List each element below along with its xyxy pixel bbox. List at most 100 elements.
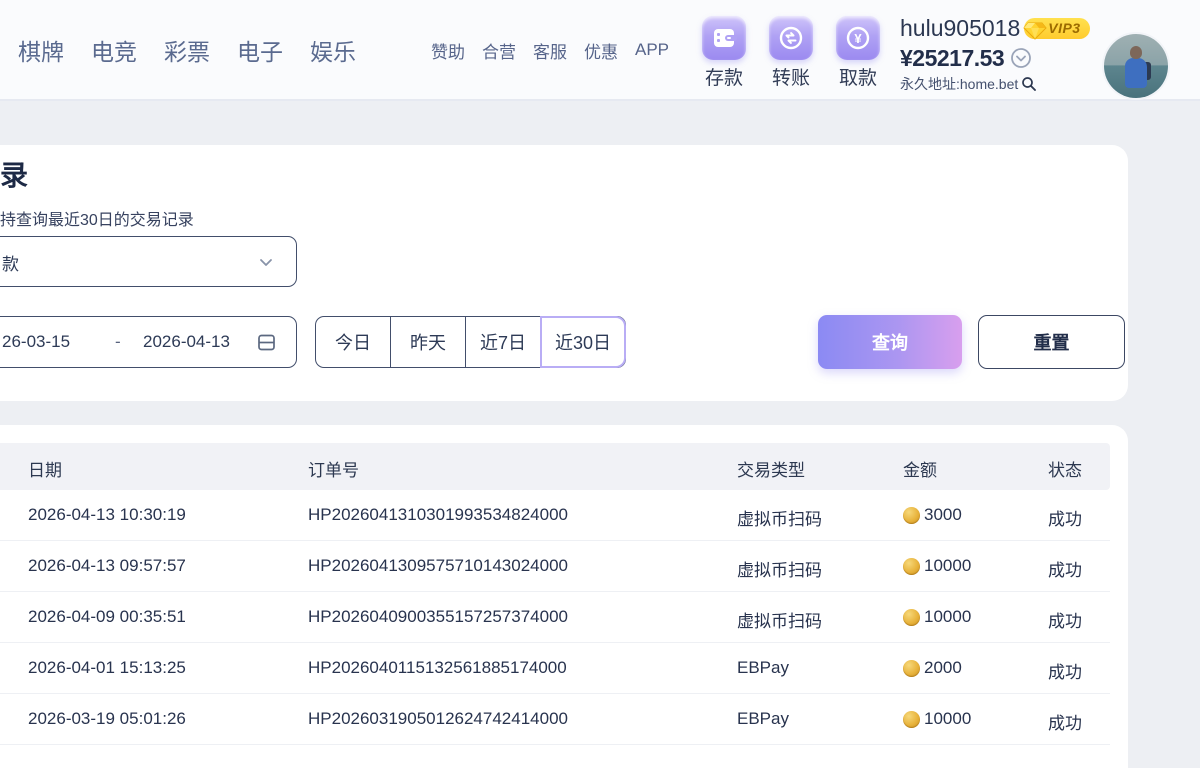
cell-order-no: HP2026041310301993534824000 <box>308 505 568 525</box>
cell-amount: 10000 <box>903 709 971 729</box>
secondary-nav-item-1[interactable]: 合营 <box>482 38 516 63</box>
cell-date: 2026-04-09 00:35:51 <box>28 607 186 627</box>
vip-gem-icon <box>1022 15 1048 41</box>
coin-icon <box>903 558 920 575</box>
coin-icon <box>903 507 920 524</box>
page-title: 录 <box>0 154 28 194</box>
user-info: hulu905018 VIP3 ¥25217.53 <box>900 13 1100 94</box>
table-row: 2026-04-13 09:57:57 HP202604130957571014… <box>0 541 1110 592</box>
transfer-label: 转账 <box>772 63 810 90</box>
column-header-order: 订单号 <box>308 456 359 481</box>
user-avatar[interactable] <box>1104 34 1168 98</box>
column-header-type: 交易类型 <box>737 456 805 481</box>
column-header-date: 日期 <box>28 456 62 481</box>
cell-status: 成功 <box>1048 658 1082 683</box>
svg-text:¥: ¥ <box>854 31 862 46</box>
table-row: 2026-04-01 15:13:25 HP202604011513256188… <box>0 643 1110 694</box>
main-nav-item-1[interactable]: 电竞 <box>91 33 137 67</box>
secondary-nav-item-2[interactable]: 客服 <box>533 38 567 63</box>
table-header: 日期 订单号 交易类型 金额 状态 <box>0 443 1110 490</box>
main-nav-item-0[interactable]: 棋牌 <box>18 33 64 67</box>
quick-range-button[interactable]: 近7日 <box>466 317 541 367</box>
table-body: 2026-04-13 10:30:19 HP202604131030199353… <box>0 490 1110 745</box>
transaction-type-select[interactable]: 款 <box>0 236 297 287</box>
cell-date: 2026-04-13 10:30:19 <box>28 505 186 525</box>
cell-type: EBPay <box>737 658 789 678</box>
cell-status: 成功 <box>1048 709 1082 734</box>
table-row: 2026-04-13 10:30:19 HP202604131030199353… <box>0 490 1110 541</box>
date-end-value: 2026-04-13 <box>143 332 230 352</box>
deposit-label: 存款 <box>705 63 743 90</box>
cell-order-no: HP2026041309575710143024000 <box>308 556 568 576</box>
coin-icon <box>903 609 920 626</box>
secondary-nav: 赞助合营客服优惠 APP <box>431 0 669 100</box>
withdraw-label: 取款 <box>839 63 877 90</box>
reset-button[interactable]: 重置 <box>978 315 1125 369</box>
wallet-icon <box>702 16 746 60</box>
column-header-status: 状态 <box>1048 456 1082 481</box>
page-subtitle: 持查询最近30日的交易记录 <box>0 206 194 230</box>
cell-type: 虚拟币扫码 <box>737 505 822 530</box>
vip-level: VIP3 <box>1048 20 1080 36</box>
cell-status: 成功 <box>1048 556 1082 581</box>
table-row: 2026-04-09 00:35:51 HP202604090035515725… <box>0 592 1110 643</box>
quick-range-group: 今日昨天近7日近30日 <box>315 316 626 368</box>
cell-amount-value: 10000 <box>924 709 971 729</box>
column-header-amount: 金额 <box>903 456 937 481</box>
cell-amount: 10000 <box>903 607 971 627</box>
main-nav: 棋牌电竞彩票电子娱乐 <box>18 0 356 100</box>
cell-amount: 3000 <box>903 505 962 525</box>
date-range-input[interactable]: 26-03-15 - 2026-04-13 <box>0 316 297 368</box>
withdraw-icon: ¥ <box>836 16 880 60</box>
cell-type: 虚拟币扫码 <box>737 556 822 581</box>
cell-date: 2026-04-13 09:57:57 <box>28 556 186 576</box>
balance-dropdown-icon[interactable] <box>1010 47 1032 69</box>
search-button[interactable]: 查询 <box>818 315 962 369</box>
secondary-nav-item-3[interactable]: 优惠 <box>584 38 618 63</box>
date-start-value: 26-03-15 <box>2 332 70 352</box>
cell-amount-value: 3000 <box>924 505 962 525</box>
main-nav-item-3[interactable]: 电子 <box>237 33 283 67</box>
quick-actions: 存款 转账 ¥ 取款 <box>701 16 881 90</box>
filters-card: 录 持查询最近30日的交易记录 款 26-03-15 - 2026-04-13 <box>0 145 1128 401</box>
coin-icon <box>903 660 920 677</box>
main-nav-item-4[interactable]: 娱乐 <box>310 33 356 67</box>
top-header: 棋牌电竞彩票电子娱乐 赞助合营客服优惠 APP 存款 <box>0 0 1200 101</box>
cell-order-no: HP2026031905012624742414000 <box>308 709 568 729</box>
cell-amount-value: 10000 <box>924 556 971 576</box>
cell-status: 成功 <box>1048 505 1082 530</box>
secondary-nav-item-0[interactable]: 赞助 <box>431 38 465 63</box>
avatar-head <box>1130 46 1142 59</box>
secondary-nav-item-4[interactable]: APP <box>635 40 669 60</box>
date-range-separator: - <box>115 332 121 352</box>
cell-type: 虚拟币扫码 <box>737 607 822 632</box>
search-address-icon[interactable] <box>1021 76 1037 92</box>
main-nav-item-2[interactable]: 彩票 <box>164 33 210 67</box>
cell-amount: 10000 <box>903 556 971 576</box>
calendar-icon <box>257 333 276 352</box>
cell-status: 成功 <box>1048 607 1082 632</box>
cell-amount: 2000 <box>903 658 962 678</box>
avatar-body <box>1125 58 1147 88</box>
transaction-type-value: 款 <box>2 250 19 275</box>
table-row: 2026-03-19 05:01:26 HP202603190501262474… <box>0 694 1110 745</box>
balance-amount: ¥25217.53 <box>900 45 1004 72</box>
quick-range-button[interactable]: 今日 <box>316 317 391 367</box>
username: hulu905018 <box>900 15 1020 42</box>
records-table-card: 日期 订单号 交易类型 金额 状态 2026-04-13 10:30:19 HP… <box>0 425 1128 768</box>
cell-amount-value: 10000 <box>924 607 971 627</box>
coin-icon <box>903 711 920 728</box>
transfer-button[interactable]: 转账 <box>768 16 814 90</box>
vip-badge: VIP3 <box>1024 18 1089 39</box>
cell-date: 2026-04-01 15:13:25 <box>28 658 186 678</box>
cell-order-no: HP2026040900355157257374000 <box>308 607 568 627</box>
cell-amount-value: 2000 <box>924 658 962 678</box>
deposit-button[interactable]: 存款 <box>701 16 747 90</box>
quick-range-button[interactable]: 昨天 <box>391 317 466 367</box>
transfer-icon <box>769 16 813 60</box>
chevron-down-icon <box>258 254 274 270</box>
withdraw-button[interactable]: ¥ 取款 <box>835 16 881 90</box>
quick-range-button[interactable]: 近30日 <box>541 317 625 367</box>
transaction-records-page: 棋牌电竞彩票电子娱乐 赞助合营客服优惠 APP 存款 <box>0 0 1200 768</box>
cell-date: 2026-03-19 05:01:26 <box>28 709 186 729</box>
